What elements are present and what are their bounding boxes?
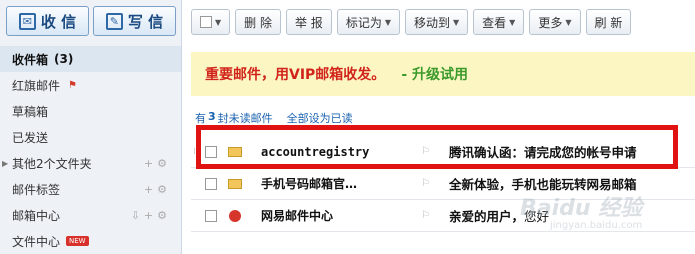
download-settings-icons[interactable]: ⇩+⚙ — [131, 209, 171, 222]
sidebar-item-drafts[interactable]: 草稿箱 — [0, 98, 181, 124]
report-button[interactable]: 举 报 — [285, 9, 332, 35]
add-settings-icons[interactable]: +⚙ — [144, 157, 171, 170]
banner-text: 重要邮件，用VIP邮箱收发。 — [205, 67, 386, 83]
sidebar-item-labels[interactable]: 邮件标签 +⚙ — [0, 176, 181, 202]
refresh-button[interactable]: 刷 新 — [585, 9, 632, 35]
move-to-button[interactable]: 移动到 ▼ — [404, 9, 469, 35]
chevron-down-icon: ▼ — [384, 17, 391, 27]
email-checkbox[interactable] — [205, 177, 217, 190]
official-seal-icon — [227, 209, 243, 222]
toolbar: ▼ 删 除 举 报 标记为 ▼ 移动到 ▼ 查看 ▼ 更多 ▼ 刷 新 — [191, 9, 632, 35]
mark-as-button[interactable]: 标记为 ▼ — [336, 9, 400, 35]
sidebar-item-label: 邮件标签 — [12, 182, 61, 197]
view-button[interactable]: 查看 ▼ — [473, 9, 525, 35]
folder-list: 收件箱 (3) 红旗邮件 ⚑ 草稿箱 已发送 ▶ 其他2个文件夹 +⚙ 邮件标签… — [0, 46, 181, 254]
sidebar-item-label: 红旗邮件 — [12, 78, 61, 93]
chevron-down-icon: ▼ — [565, 17, 572, 27]
vip-banner: 重要邮件，用VIP邮箱收发。 - 升级试用 — [191, 52, 695, 96]
unread-number: 3 — [208, 110, 216, 123]
envelope-icon: ✉ — [18, 12, 36, 30]
receive-label: 收 信 — [40, 12, 77, 31]
sidebar-item-label: 其他2个文件夹 — [12, 156, 92, 171]
upgrade-link[interactable]: - 升级试用 — [401, 64, 468, 84]
delete-button[interactable]: 删 除 — [235, 9, 281, 35]
unread-prefix: 有 — [195, 112, 206, 125]
sidebar-item-other-folders[interactable]: ▶ 其他2个文件夹 +⚙ — [0, 150, 181, 176]
email-checkbox[interactable] — [205, 209, 217, 222]
sidebar-item-mail-center[interactable]: 邮箱中心 ⇩+⚙ — [0, 202, 181, 228]
sidebar-item-flagged[interactable]: 红旗邮件 ⚑ — [0, 72, 181, 98]
sidebar-item-label: 文件中心 — [12, 234, 61, 249]
receive-button[interactable]: ✉ 收 信 — [6, 6, 89, 36]
watermark-text: Baidu 经验 — [520, 196, 643, 221]
unread-summary: 有 3 封未读邮件 全部设为已读 — [195, 110, 353, 126]
email-sender: 网易邮件中心 — [261, 209, 334, 223]
sidebar-item-sent[interactable]: 已发送 — [0, 124, 181, 150]
sidebar-item-inbox[interactable]: 收件箱 (3) — [0, 46, 181, 72]
flag-icon[interactable]: ⚐ — [421, 178, 430, 189]
flag-icon[interactable]: ⚐ — [421, 210, 430, 221]
email-sender: 手机号码邮箱官… — [261, 177, 358, 191]
compose-button[interactable]: ✎ 写 信 — [93, 6, 176, 36]
sidebar-item-label: 收件箱 — [12, 52, 49, 67]
unread-envelope-icon — [227, 178, 243, 189]
sidebar-item-file-center[interactable]: 文件中心 NEW — [0, 228, 181, 254]
unread-link[interactable]: 封未读邮件 — [218, 110, 273, 126]
highlight-box — [196, 125, 678, 169]
sidebar-item-label: 已发送 — [12, 130, 49, 145]
unread-count: (3) — [54, 52, 74, 66]
new-badge: NEW — [66, 236, 89, 246]
more-button[interactable]: 更多 ▼ — [529, 9, 581, 35]
chevron-down-icon: ▼ — [215, 17, 222, 27]
watermark-url: jingyan.baidu.com — [550, 220, 643, 231]
chevron-down-icon: ▼ — [453, 17, 460, 27]
view-label: 查看 — [482, 15, 507, 30]
top-buttons: ✉ 收 信 ✎ 写 信 — [6, 6, 176, 36]
mark-as-label: 标记为 — [345, 15, 382, 30]
chevron-down-icon: ▼ — [509, 17, 516, 27]
compose-label: 写 信 — [127, 12, 164, 31]
move-to-label: 移动到 — [413, 15, 450, 30]
add-settings-icons[interactable]: +⚙ — [144, 183, 171, 196]
expand-arrow-icon[interactable]: ▶ — [2, 159, 8, 168]
sidebar: ✉ 收 信 ✎ 写 信 收件箱 (3) 红旗邮件 ⚑ 草稿箱 已发送 ▶ 其他2… — [0, 0, 182, 254]
sidebar-item-label: 草稿箱 — [12, 104, 49, 119]
baidu-watermark: Baidu 经验 jingyan.baidu.com — [520, 190, 690, 250]
more-label: 更多 — [538, 15, 563, 30]
mark-all-read-link[interactable]: 全部设为已读 — [287, 110, 353, 126]
red-flag-icon: ⚑ — [68, 79, 77, 91]
pencil-icon: ✎ — [105, 12, 123, 30]
select-all-checkbox[interactable] — [200, 16, 212, 28]
sidebar-item-label: 邮箱中心 — [12, 208, 61, 223]
select-all-dropdown[interactable]: ▼ — [191, 9, 231, 35]
